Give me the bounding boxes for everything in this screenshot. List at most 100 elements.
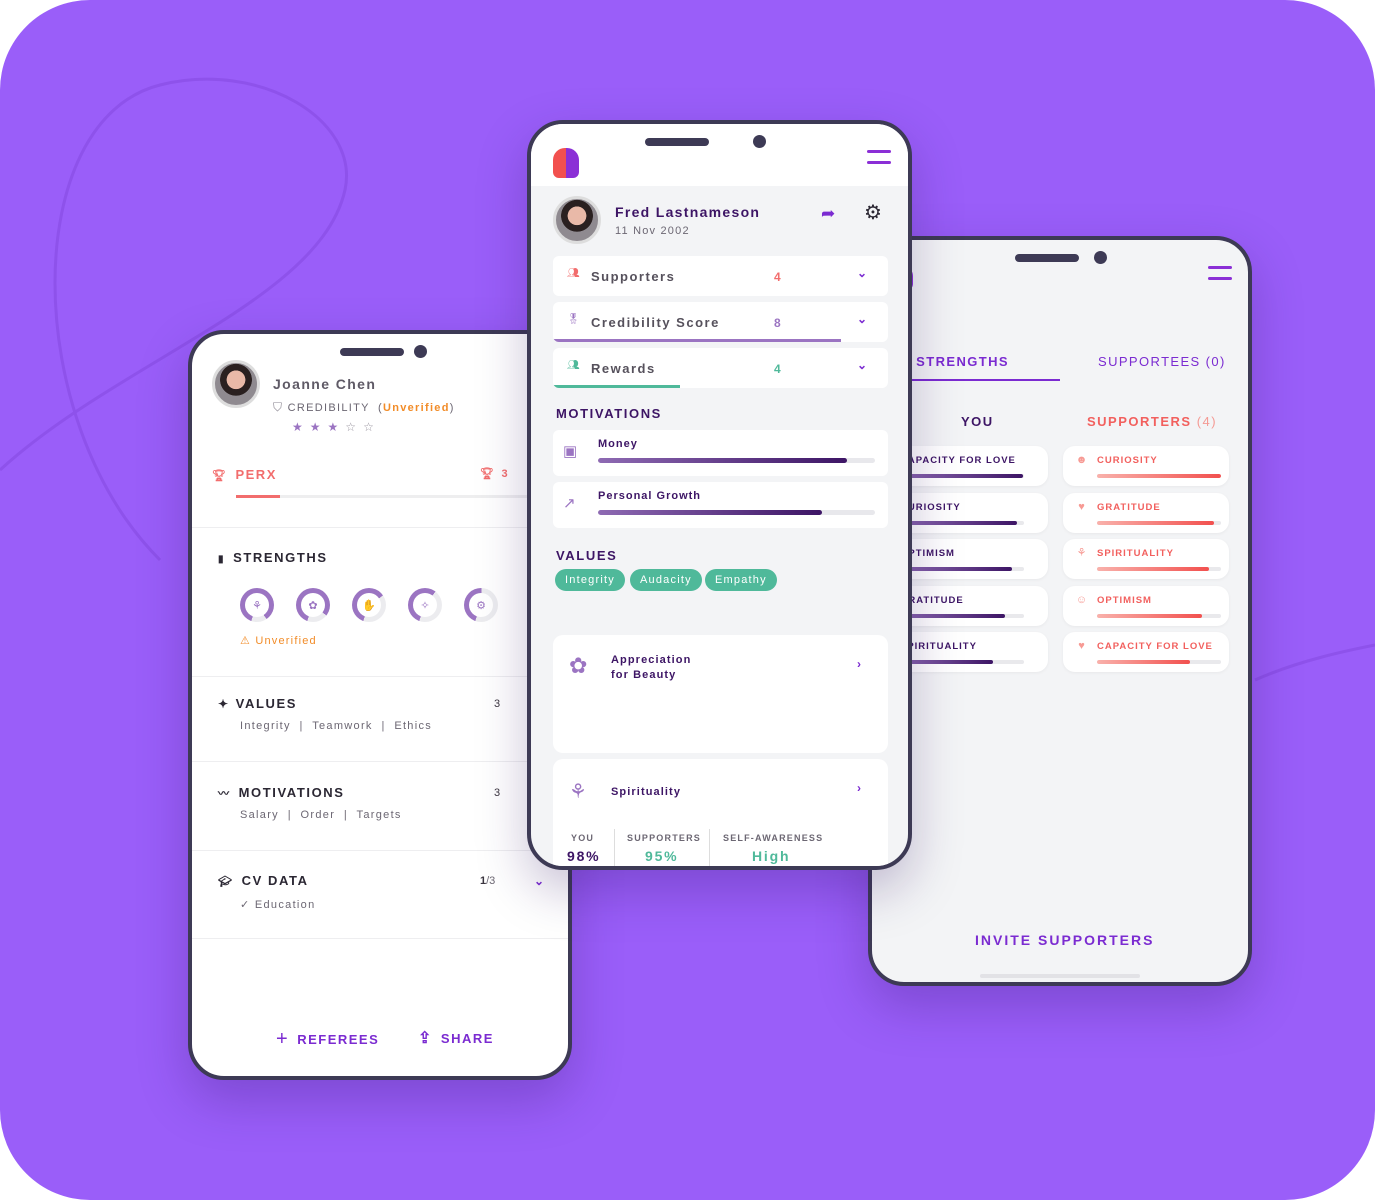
value-chip[interactable]: Empathy bbox=[705, 569, 777, 591]
profile-name: Joanne Chen bbox=[273, 376, 377, 392]
motivation-progress bbox=[598, 510, 875, 515]
shield-check-icon: ⛉ bbox=[273, 400, 284, 414]
stat-progress-bar bbox=[553, 339, 842, 342]
strength-progress bbox=[900, 660, 1024, 664]
app-header bbox=[531, 124, 908, 186]
supporters-column-header: SUPPORTERS (4) bbox=[1087, 414, 1218, 429]
hamburger-menu-icon[interactable] bbox=[1208, 266, 1232, 288]
strength-card-appreciation[interactable]: ✿ Appreciation for Beauty › bbox=[553, 635, 888, 753]
strength-ring[interactable]: ✧ bbox=[408, 588, 442, 622]
money-icon: ▣ bbox=[563, 443, 578, 460]
sparkle-icon: ✦ bbox=[218, 697, 230, 711]
progress-fill bbox=[900, 520, 1017, 525]
app-logo-icon[interactable] bbox=[553, 148, 579, 178]
settings-gear-icon[interactable]: ⚙ bbox=[864, 200, 882, 225]
plus-icon: + bbox=[276, 1028, 290, 1050]
strength-ring[interactable]: ⚘ bbox=[240, 588, 274, 622]
strengths-header[interactable]: ▮ STRENGTHS bbox=[218, 550, 328, 565]
chevron-right-icon[interactable]: › bbox=[857, 781, 861, 795]
progress-fill bbox=[900, 613, 1006, 618]
star-outline-icon: ☆ bbox=[345, 420, 364, 434]
head-flower-icon: ☻ bbox=[1075, 454, 1088, 466]
values-title: VALUES bbox=[556, 548, 618, 563]
trend-line-icon: 〰 bbox=[218, 788, 231, 800]
speaker-notch bbox=[340, 348, 404, 356]
strength-ring[interactable]: ⚙ bbox=[464, 588, 498, 622]
star-icon: ★ bbox=[309, 420, 328, 434]
camera-dot bbox=[753, 135, 766, 148]
meditation-icon: ⚘ bbox=[245, 593, 269, 617]
motivation-card[interactable]: ↗ Personal Growth bbox=[553, 482, 888, 528]
speaker-notch bbox=[645, 138, 709, 146]
stat-row-supporters[interactable]: 👥︎ Supporters 4 ⌄ bbox=[553, 256, 888, 296]
value-chip[interactable]: Integrity bbox=[555, 569, 625, 591]
progress-fill bbox=[598, 510, 823, 515]
star-rating: ★★★☆☆ bbox=[292, 420, 381, 434]
trophy-icon: 🏆︎ bbox=[212, 470, 228, 482]
people-icon: 👥︎ bbox=[567, 360, 580, 371]
supporter-strength-card[interactable]: ♥ CAPACITY FOR LOVE bbox=[1063, 632, 1229, 672]
share-arrow-icon[interactable]: ➦ bbox=[821, 204, 835, 224]
phone-profile-detail: Fred Lastnameson 11 Nov 2002 ➦ ⚙ 👥︎ Supp… bbox=[527, 120, 912, 870]
supporter-strength-card[interactable]: ♥ GRATITUDE bbox=[1063, 492, 1229, 533]
party-popper-icon: ✧ bbox=[413, 593, 437, 617]
supporter-strength-card[interactable]: ☻ CURIOSITY bbox=[1063, 446, 1229, 486]
stat-row-rewards[interactable]: 👥︎ Rewards 4 ⌄ bbox=[553, 348, 888, 388]
camera-dot bbox=[414, 345, 427, 358]
progress-fill bbox=[900, 474, 1023, 478]
home-indicator bbox=[980, 974, 1140, 978]
cv-data-count: 1/3 bbox=[480, 875, 496, 887]
perx-label: PERX bbox=[235, 467, 277, 482]
motivation-card[interactable]: ▣ Money bbox=[553, 430, 888, 476]
perx-progress-fill bbox=[236, 495, 281, 498]
speaker-notch bbox=[1015, 254, 1079, 262]
add-referees-button[interactable]: + REFEREES bbox=[276, 1028, 379, 1051]
chevron-down-icon[interactable]: ⌄ bbox=[857, 358, 867, 372]
strength-progress bbox=[900, 613, 1024, 618]
strength-progress bbox=[1097, 474, 1221, 478]
warning-icon: ⚠ bbox=[240, 635, 252, 647]
cv-data-header[interactable]: 🎓︎ CV DATA bbox=[218, 873, 309, 888]
supporter-strength-card[interactable]: ☺ OPTIMISM bbox=[1063, 585, 1229, 626]
avatar[interactable] bbox=[553, 196, 601, 244]
strengths-status: ⚠ Unverified bbox=[240, 635, 317, 647]
check-icon: ✓ bbox=[240, 899, 255, 911]
strength-progress bbox=[1097, 567, 1221, 571]
supporter-strength-card[interactable]: ⚘ SPIRITUALITY bbox=[1063, 539, 1229, 579]
progress-fill bbox=[1097, 520, 1214, 525]
perx-header[interactable]: 🏆︎ PERX bbox=[212, 467, 277, 482]
profile-name: Fred Lastnameson bbox=[615, 204, 761, 220]
trophy-icon: 🏆︎ bbox=[480, 468, 496, 480]
progress-fill bbox=[1097, 474, 1221, 478]
heart-icon: ♥ bbox=[1078, 640, 1085, 652]
background: Joanne Chen ⛉ CREDIBILITY (Unverified) ★… bbox=[0, 0, 1375, 1200]
smile-icon: ☺ bbox=[1075, 593, 1088, 606]
share-upload-icon: ⇪ bbox=[418, 1030, 433, 1047]
strength-progress bbox=[1097, 520, 1221, 525]
chevron-down-icon[interactable]: ⌄ bbox=[534, 874, 544, 888]
values-header[interactable]: ✦ VALUES bbox=[218, 696, 297, 711]
divider bbox=[614, 829, 615, 866]
hamburger-menu-icon[interactable] bbox=[867, 150, 891, 172]
avatar[interactable] bbox=[212, 360, 260, 408]
motivations-title: MOTIVATIONS bbox=[556, 406, 662, 421]
strength-card-spirituality[interactable]: ⚘ Spirituality › YOU 98% SUPPORTERS 95% … bbox=[553, 759, 888, 866]
strength-ring[interactable]: ✿ bbox=[296, 588, 330, 622]
graduation-cap-icon: 🎓︎ bbox=[218, 876, 234, 888]
stat-row-credibility-score[interactable]: 🎖︎ Credibility Score 8 ⌄ bbox=[553, 302, 888, 342]
chevron-down-icon[interactable]: ⌄ bbox=[857, 312, 867, 326]
credibility-label: CREDIBILITY bbox=[287, 402, 370, 414]
strength-ring[interactable]: ✋ bbox=[352, 588, 386, 622]
meditation-icon: ⚘ bbox=[1076, 547, 1087, 559]
chevron-right-icon[interactable]: › bbox=[857, 657, 861, 671]
divider bbox=[192, 850, 568, 851]
invite-supporters-button[interactable]: INVITE SUPPORTERS bbox=[975, 932, 1154, 948]
tab-supportees[interactable]: SUPPORTEES (0) bbox=[1098, 354, 1226, 369]
trending-up-icon: ↗ bbox=[563, 495, 576, 512]
values-count: 3 bbox=[494, 698, 501, 710]
share-button[interactable]: ⇪ SHARE bbox=[418, 1028, 494, 1048]
strength-progress bbox=[900, 474, 1024, 478]
value-chip[interactable]: Audacity bbox=[630, 569, 702, 591]
chevron-down-icon[interactable]: ⌄ bbox=[857, 266, 867, 280]
motivations-header[interactable]: 〰 MOTIVATIONS bbox=[218, 785, 345, 801]
